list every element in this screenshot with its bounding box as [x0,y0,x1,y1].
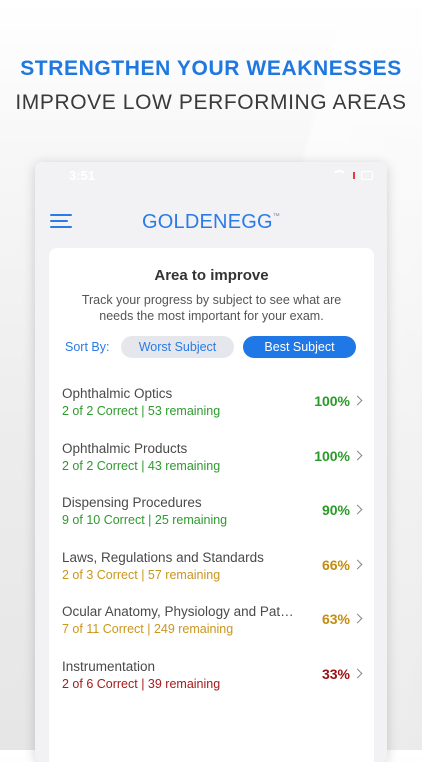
subject-row[interactable]: Dispensing Procedures 9 of 10 Correct | … [49,495,374,549]
subject-row[interactable]: Ophthalmic Optics 2 of 2 Correct | 53 re… [49,386,374,440]
subject-stats: 2 of 2 Correct | 43 remaining [62,459,221,473]
subject-name: Instrumentation [62,659,156,674]
subject-row[interactable]: Ocular Anatomy, Physiology and Pat… 7 of… [49,604,374,658]
wifi-icon [332,170,347,180]
status-time: 3:51 [69,168,96,183]
sort-best-button[interactable]: Best Subject [243,336,356,358]
chevron-right-icon [352,395,363,406]
subject-percent: 100% [314,448,350,464]
subject-percent: 33% [321,666,350,682]
card-title: Area to improve [154,267,269,284]
area-card: Area to improve Track your progress by s… [49,248,374,762]
promo-subheadline: IMPROVE LOW PERFORMING AREAS [15,91,407,114]
subject-percent: 66% [321,557,350,573]
subject-stats: 7 of 11 Correct | 249 remaining [62,622,234,636]
subject-row[interactable]: Laws, Regulations and Standards 2 of 3 C… [49,550,374,604]
status-icons [332,170,373,180]
sort-label: Sort By: [65,340,110,354]
subject-name: Ophthalmic Optics [62,386,173,401]
chevron-right-icon [352,559,363,570]
subject-row[interactable]: Ophthalmic Products 2 of 2 Correct | 43 … [49,441,374,495]
logo-trademark: ™ [272,213,280,220]
chevron-right-icon [352,450,363,461]
chevron-right-icon [352,668,363,679]
subject-stats: 2 of 3 Correct | 57 remaining [62,568,221,582]
app-logo: GOLDENEGG™ [35,211,387,234]
promo-headline: STRENGTHEN YOUR WEAKNESSES [20,57,402,80]
battery-icon [361,170,373,180]
subject-name: Dispensing Procedures [62,495,202,510]
chevron-right-icon [352,504,363,515]
subject-row[interactable]: Instrumentation 2 of 6 Correct | 39 rema… [49,659,374,713]
subject-stats: 2 of 2 Correct | 53 remaining [62,404,221,418]
card-description: Track your progress by subject to see wh… [81,293,342,323]
logo-text: GOLDENEGG [142,211,273,233]
subject-percent: 100% [314,393,350,409]
subject-name: Ocular Anatomy, Physiology and Pat… [62,604,294,619]
sort-worst-button[interactable]: Worst Subject [121,336,234,358]
subject-stats: 9 of 10 Correct | 25 remaining [62,513,228,527]
chevron-right-icon [352,613,363,624]
phone-screen: 3:51 GOLDENEGG™ Area to improve Track yo… [35,162,387,762]
subject-stats: 2 of 6 Correct | 39 remaining [62,677,221,691]
subject-name: Ophthalmic Products [62,441,188,456]
subject-name: Laws, Regulations and Standards [62,550,264,565]
battery-low-icon [353,171,355,179]
subject-percent: 63% [321,611,350,627]
subject-percent: 90% [321,502,350,518]
